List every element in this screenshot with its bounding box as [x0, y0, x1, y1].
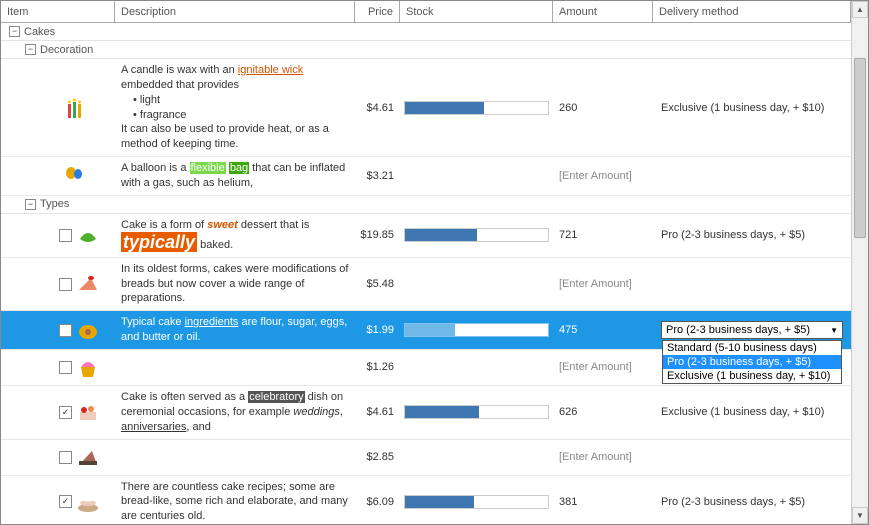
group-decoration[interactable]: − Decoration — [1, 41, 851, 59]
amount-cell[interactable]: 626 — [553, 406, 653, 418]
table-row[interactable]: In its oldest forms, cakes were modifica… — [1, 258, 851, 312]
stock-cell — [400, 226, 553, 244]
cupcake-icon — [76, 355, 100, 379]
roll-cake-icon — [76, 318, 100, 342]
table-row-selected[interactable]: Typical cake ingredients are flour, suga… — [1, 311, 851, 350]
amount-cell[interactable]: [Enter Amount] — [553, 451, 653, 463]
dropdown-option[interactable]: Exclusive (1 business day, + $10) — [663, 369, 841, 383]
app-frame: Item Description Price Stock Amount Deli… — [0, 0, 869, 525]
scroll-thumb[interactable] — [854, 58, 866, 238]
description-cell: Cake is often served as a celebratory di… — [115, 386, 355, 439]
stock-cell — [400, 403, 553, 421]
collapse-icon[interactable]: − — [9, 26, 20, 37]
group-label: Decoration — [40, 44, 93, 56]
col-stock[interactable]: Stock — [400, 1, 553, 22]
stock-cell — [400, 321, 553, 339]
row-checkbox[interactable] — [59, 229, 72, 242]
delivery-cell[interactable]: Exclusive (1 business day, + $10) — [653, 102, 851, 114]
dropdown-option[interactable]: Standard (5-10 business days) — [663, 341, 841, 355]
description-cell: A balloon is a flexible bag that can be … — [115, 157, 355, 195]
vertical-scrollbar[interactable]: ▲ ▼ — [851, 1, 868, 524]
jelly-icon — [76, 223, 100, 247]
stock-cell — [400, 493, 553, 511]
price-cell: $4.61 — [355, 102, 400, 114]
scroll-down-button[interactable]: ▼ — [852, 507, 868, 524]
col-price[interactable]: Price — [355, 1, 400, 22]
delivery-cell[interactable]: Pro (2-3 business days, + $5)▼ Standard … — [653, 321, 851, 339]
price-cell: $5.48 — [355, 278, 400, 290]
price-cell: $1.99 — [355, 324, 400, 336]
table-row[interactable]: A candle is wax with an ignitable wick e… — [1, 59, 851, 157]
delivery-cell[interactable]: Exclusive (1 business day, + $10) — [653, 406, 851, 418]
data-grid: Item Description Price Stock Amount Deli… — [1, 1, 851, 524]
row-checkbox[interactable]: ✓ — [59, 406, 72, 419]
delivery-dropdown: Standard (5-10 business days) Pro (2-3 b… — [662, 340, 842, 384]
amount-cell[interactable]: 381 — [553, 496, 653, 508]
wick-link[interactable]: ignitable wick — [238, 64, 303, 76]
table-row[interactable]: ✓ Cake is often served as a celebratory … — [1, 386, 851, 440]
table-row[interactable]: $2.85 [Enter Amount] — [1, 440, 851, 476]
col-amount[interactable]: Amount — [553, 1, 653, 22]
candles-icon — [63, 96, 87, 120]
table-row[interactable]: Cake is a form of sweet dessert that is … — [1, 214, 851, 258]
price-cell: $2.85 — [355, 451, 400, 463]
collapse-icon[interactable]: − — [25, 44, 36, 55]
chevron-down-icon: ▼ — [830, 326, 838, 335]
column-header-row: Item Description Price Stock Amount Deli… — [1, 1, 851, 23]
table-row[interactable]: ✓ There are countless cake recipes; some… — [1, 476, 851, 525]
table-row[interactable]: A balloon is a flexible bag that can be … — [1, 157, 851, 196]
dropdown-option[interactable]: Pro (2-3 business days, + $5) — [663, 355, 841, 369]
delivery-combobox[interactable]: Pro (2-3 business days, + $5)▼ Standard … — [661, 321, 843, 339]
price-cell: $3.21 — [355, 170, 400, 182]
cake-slice-icon — [76, 272, 100, 296]
col-description[interactable]: Description — [115, 1, 355, 22]
description-cell: In its oldest forms, cakes were modifica… — [115, 258, 355, 311]
collapse-icon[interactable]: − — [25, 199, 36, 210]
fruit-cake-icon — [76, 400, 100, 424]
stock-cell — [400, 99, 553, 117]
amount-cell[interactable]: 260 — [553, 102, 653, 114]
layer-cake-icon — [76, 490, 100, 514]
amount-cell[interactable]: [Enter Amount] — [553, 278, 653, 290]
group-cakes[interactable]: − Cakes — [1, 23, 851, 41]
row-checkbox[interactable] — [59, 361, 72, 374]
amount-cell[interactable]: 721 — [553, 229, 653, 241]
scroll-track[interactable] — [852, 18, 868, 507]
amount-cell[interactable]: 475 — [553, 324, 653, 336]
row-checkbox[interactable] — [59, 451, 72, 464]
row-checkbox[interactable]: ✓ — [59, 495, 72, 508]
balloons-icon — [63, 164, 87, 188]
price-cell: $1.26 — [355, 361, 400, 373]
group-label: Types — [40, 198, 69, 210]
choco-cake-icon — [76, 445, 100, 469]
description-cell: Typical cake ingredients are flour, suga… — [115, 311, 355, 349]
price-cell: $6.09 — [355, 496, 400, 508]
description-cell: There are countless cake recipes; some a… — [115, 476, 355, 525]
amount-cell[interactable]: [Enter Amount] — [553, 361, 653, 373]
col-item[interactable]: Item — [1, 1, 115, 22]
amount-cell[interactable]: [Enter Amount] — [553, 170, 653, 182]
price-cell: $4.61 — [355, 406, 400, 418]
scroll-up-button[interactable]: ▲ — [852, 1, 868, 18]
description-cell: Cake is a form of sweet dessert that is … — [115, 214, 355, 257]
delivery-cell[interactable]: Pro (2-3 business days, + $5) — [653, 496, 851, 508]
group-types[interactable]: − Types — [1, 196, 851, 214]
row-checkbox[interactable] — [59, 278, 72, 291]
col-delivery[interactable]: Delivery method — [653, 1, 851, 22]
group-label: Cakes — [24, 26, 55, 38]
ingredients-link[interactable]: ingredients — [185, 316, 239, 328]
description-cell: A candle is wax with an ignitable wick e… — [115, 59, 355, 156]
price-cell: $19.85 — [355, 229, 400, 241]
row-checkbox[interactable] — [59, 324, 72, 337]
delivery-cell[interactable]: Pro (2-3 business days, + $5) — [653, 229, 851, 241]
